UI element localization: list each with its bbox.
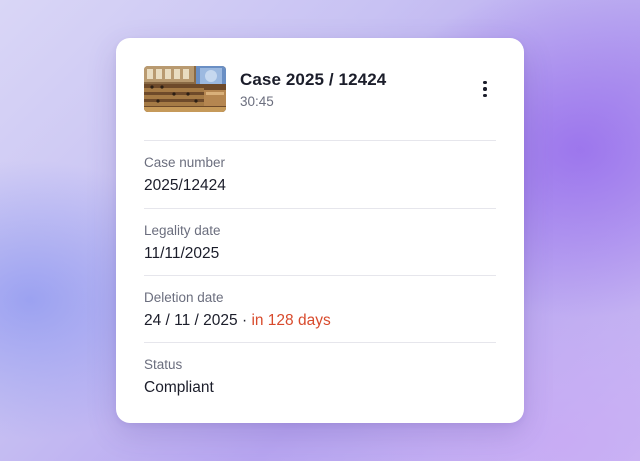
case-card: Case 2025 / 12424 30:45 Case number 2025… [116, 38, 524, 423]
menu-dot [483, 80, 487, 85]
menu-dot [483, 87, 487, 91]
separator: · [237, 312, 252, 329]
courtroom-thumbnail[interactable] [144, 66, 226, 112]
deletion-date-field: Deletion date 24 / 11 / 2025 · in 128 da… [144, 289, 496, 331]
field-value: 2025/12424 [144, 177, 226, 194]
field-label: Deletion date [144, 290, 224, 305]
field-value: 24 / 11 / 2025 · in 128 days [144, 311, 496, 331]
deletion-countdown: in 128 days [251, 312, 331, 329]
card-header: Case 2025 / 12424 30:45 [144, 66, 496, 112]
divider [144, 275, 496, 276]
field-label: Case number [144, 155, 226, 170]
field-value: 11/11/2025 [144, 245, 220, 262]
menu-dot [483, 93, 487, 98]
field-label: Legality date [144, 223, 221, 238]
divider [144, 342, 496, 343]
legality-date-field: Legality date 11/11/2025 [144, 222, 496, 264]
case-number-field: Case number 2025/12424 [144, 154, 496, 196]
more-vertical-icon[interactable] [474, 76, 496, 102]
case-duration: 30:45 [240, 94, 274, 109]
divider [144, 208, 496, 209]
field-label: Status [144, 357, 183, 372]
deletion-date: 24 / 11 / 2025 [144, 312, 238, 329]
status-value: Compliant [144, 379, 214, 396]
status-field: Status Compliant [144, 356, 496, 398]
divider [144, 140, 496, 141]
case-title: Case 2025 / 12424 [240, 70, 387, 89]
